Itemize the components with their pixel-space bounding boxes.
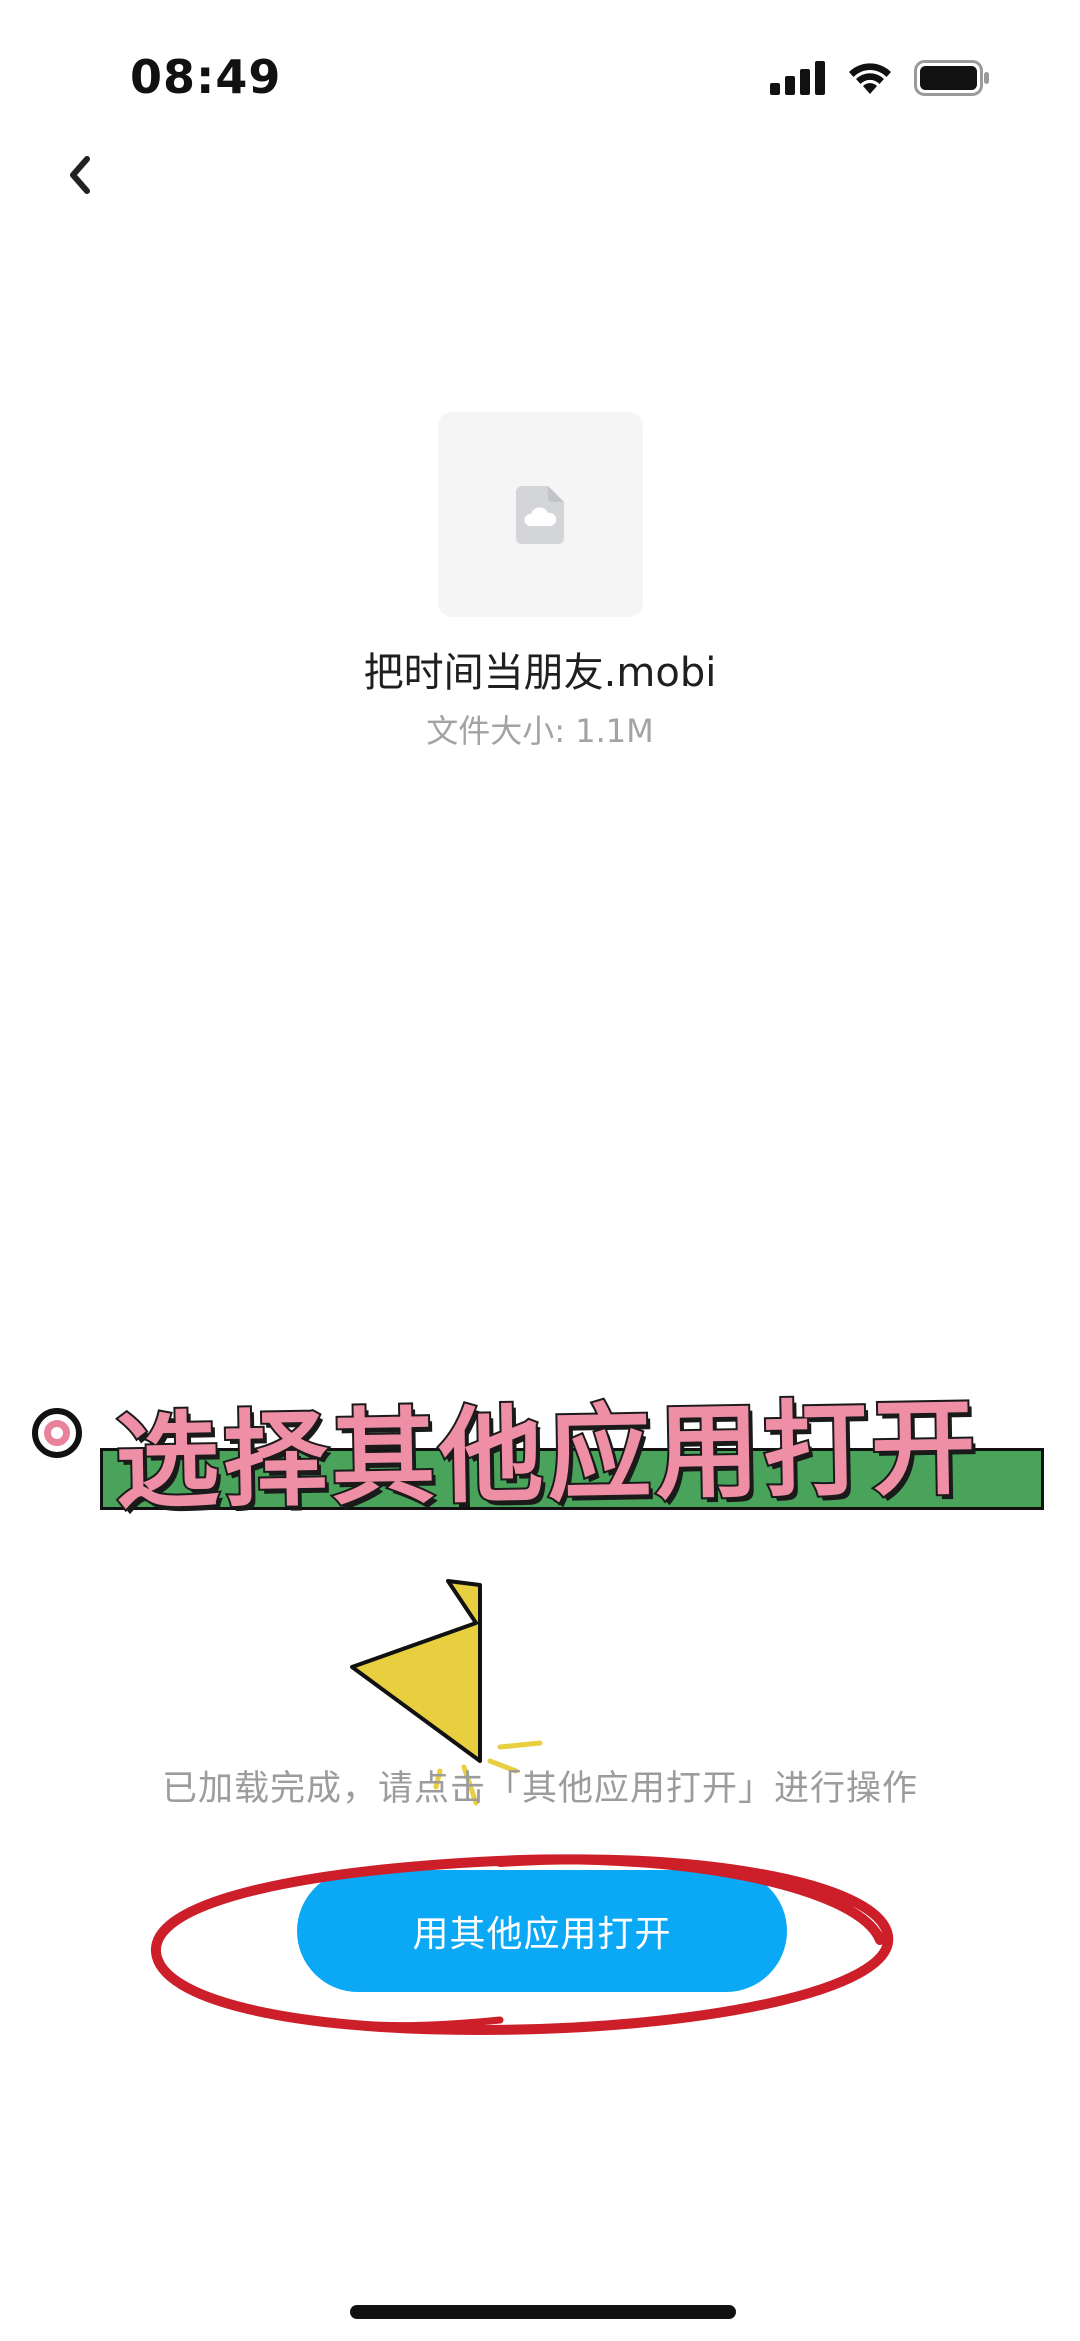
back-button[interactable] bbox=[50, 145, 110, 205]
chevron-left-icon bbox=[70, 156, 90, 194]
file-thumbnail bbox=[438, 412, 643, 617]
file-size: 文件大小: 1.1M bbox=[426, 712, 654, 750]
status-icons bbox=[770, 60, 990, 100]
cloud-file-icon bbox=[515, 485, 564, 544]
home-indicator[interactable] bbox=[350, 2305, 736, 2319]
status-time: 08:49 bbox=[130, 50, 282, 104]
annotation-banner-text: 选择其他应用打开 bbox=[112, 1384, 982, 1525]
file-name: 把时间当朋友.mobi bbox=[363, 650, 717, 696]
annotation-bullet-icon bbox=[32, 1408, 82, 1458]
battery-icon bbox=[914, 60, 990, 100]
wifi-icon bbox=[846, 60, 894, 100]
open-with-other-app-button[interactable]: 用其他应用打开 bbox=[297, 1870, 787, 1992]
hint-text: 已加载完成，请点击「其他应用打开」进行操作 bbox=[161, 1769, 918, 1809]
status-bar: 08:49 bbox=[0, 0, 1080, 140]
page: 08:49 把时间当朋友.mobi 文件大小: 1.1M 选择其他应用打开 已加… bbox=[0, 0, 1080, 2341]
cellular-signal-icon bbox=[770, 61, 826, 99]
